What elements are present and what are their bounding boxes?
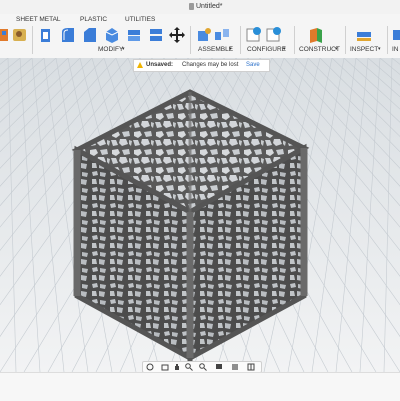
component-icon[interactable] bbox=[12, 26, 28, 44]
offset-plane-icon[interactable] bbox=[308, 26, 324, 44]
document-title: Untitled* bbox=[196, 3, 223, 10]
fillet-icon[interactable] bbox=[60, 26, 76, 44]
combine-icon[interactable] bbox=[126, 26, 142, 44]
tab-utilities[interactable]: UTILITIES bbox=[125, 16, 155, 23]
unsaved-message: Changes may be lost bbox=[182, 62, 239, 68]
configure-rule-icon[interactable] bbox=[266, 26, 282, 44]
grid-settings-icon[interactable] bbox=[231, 363, 239, 371]
modify-menu[interactable]: MODIFY bbox=[98, 46, 123, 53]
zoom-window-icon[interactable] bbox=[199, 363, 207, 371]
construct-dropdown-icon[interactable]: ▾ bbox=[335, 46, 338, 52]
insert-menu[interactable]: IN bbox=[392, 46, 399, 53]
tab-sheet-metal[interactable]: SHEET METAL bbox=[16, 16, 61, 23]
split-body-icon[interactable] bbox=[148, 26, 164, 44]
pan-icon[interactable] bbox=[173, 363, 181, 371]
warning-icon bbox=[137, 62, 143, 68]
canvas-viewport[interactable]: Unsaved: Changes may be lost Save bbox=[0, 58, 400, 372]
title-bar: Untitled* bbox=[0, 0, 400, 14]
orbit-icon[interactable] bbox=[146, 363, 154, 371]
status-bar bbox=[0, 372, 400, 401]
shell-icon[interactable] bbox=[104, 26, 120, 44]
configure-table-icon[interactable] bbox=[246, 26, 262, 44]
inspect-menu[interactable]: INSPECT bbox=[350, 46, 378, 53]
look-at-icon[interactable] bbox=[161, 363, 169, 371]
joint-icon[interactable] bbox=[214, 26, 230, 44]
move-icon[interactable] bbox=[169, 26, 185, 44]
viewports-icon[interactable] bbox=[247, 363, 255, 371]
modify-dropdown-icon[interactable]: ▾ bbox=[122, 46, 125, 52]
zoom-icon[interactable] bbox=[185, 363, 193, 371]
tab-plastic[interactable]: PLASTIC bbox=[80, 16, 107, 23]
measure-icon[interactable] bbox=[356, 26, 372, 44]
press-pull-icon[interactable] bbox=[38, 26, 54, 44]
unsaved-label: Unsaved: bbox=[146, 62, 174, 68]
save-link[interactable]: Save bbox=[246, 62, 260, 68]
chamfer-icon[interactable] bbox=[82, 26, 98, 44]
assemble-menu[interactable]: ASSEMBLE bbox=[198, 46, 233, 53]
inspect-dropdown-icon[interactable]: ▾ bbox=[378, 46, 381, 52]
configure-menu[interactable]: CONFIGURE bbox=[247, 46, 286, 53]
document-icon bbox=[189, 3, 194, 10]
assemble-dropdown-icon[interactable]: ▾ bbox=[229, 46, 232, 52]
insert-icon[interactable] bbox=[392, 26, 400, 44]
new-component-icon[interactable] bbox=[196, 26, 212, 44]
display-settings-icon[interactable] bbox=[215, 363, 223, 371]
configure-dropdown-icon[interactable]: ▾ bbox=[283, 46, 286, 52]
construct-menu[interactable]: CONSTRUCT bbox=[299, 46, 340, 53]
voronoi-cube-model[interactable] bbox=[0, 58, 400, 372]
unsaved-notice: Unsaved: Changes may be lost Save bbox=[133, 59, 270, 72]
ribbon-toolbar: SHEET METAL PLASTIC UTILITIES MODIFY ▾ A… bbox=[0, 14, 400, 59]
